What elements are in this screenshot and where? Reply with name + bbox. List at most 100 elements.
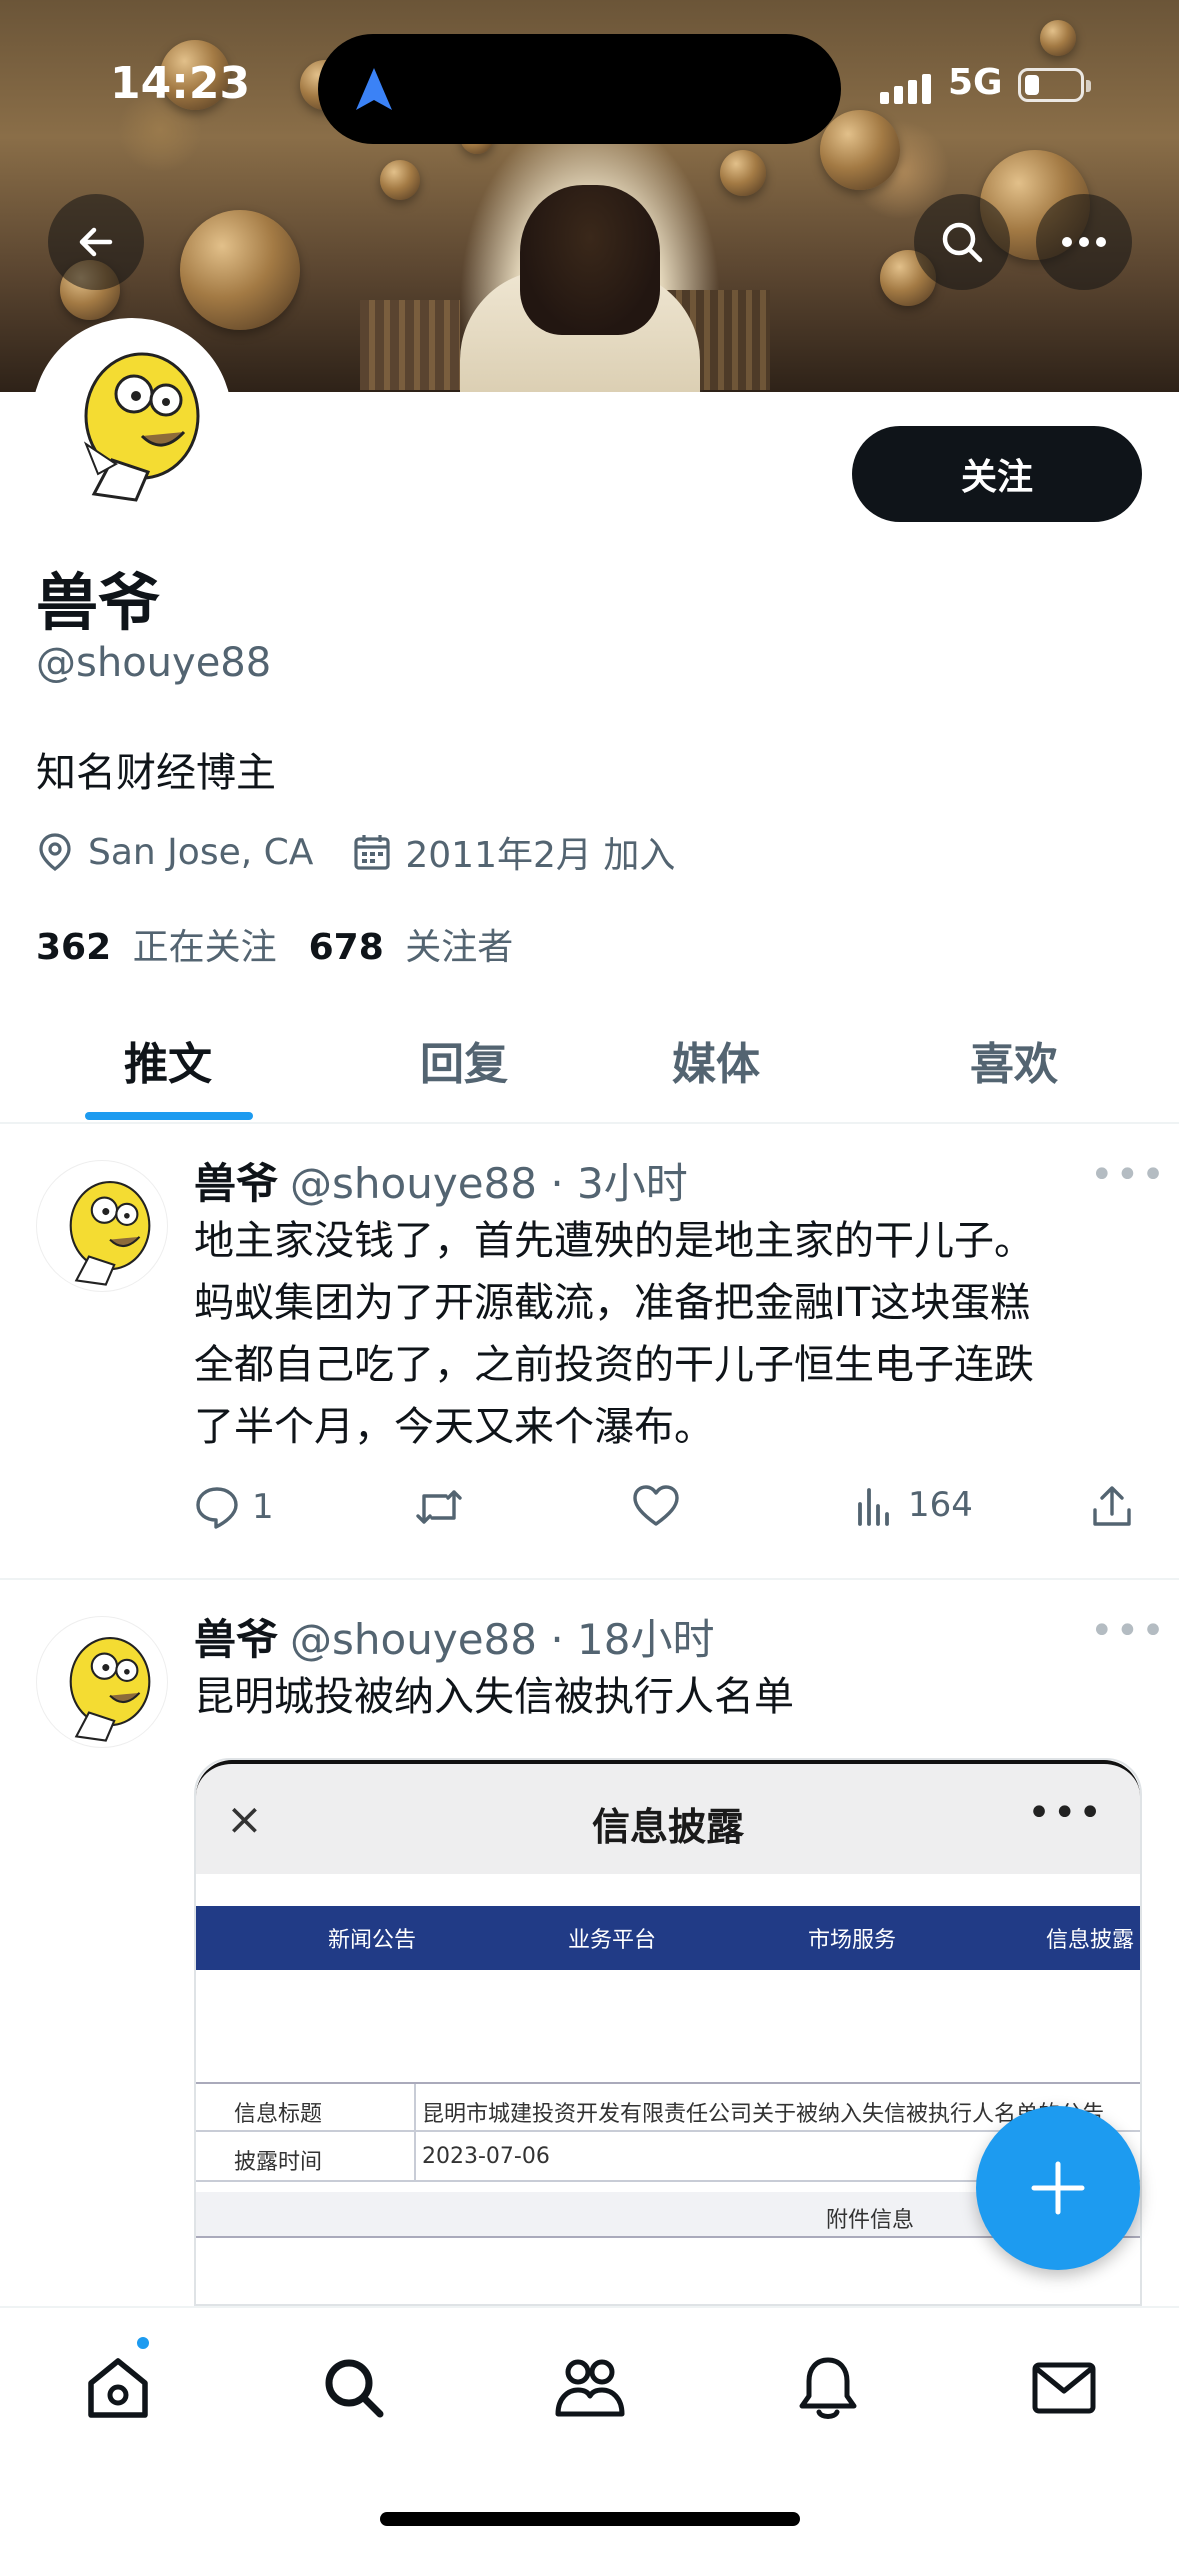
embedded-header: × 信息披露 ••• <box>196 1760 1140 1874</box>
following-label: 正在关注 <box>132 927 277 968</box>
share-button[interactable] <box>1090 1484 1146 1528</box>
avatar-cartoon-icon <box>69 1181 151 1286</box>
embedded-nav-item: 新闻公告 <box>328 1928 417 1953</box>
mail-icon <box>1032 2362 1096 2414</box>
bell-icon <box>799 2357 857 2419</box>
followers-stat[interactable]: 678 关注者 <box>309 918 514 970</box>
heart-icon <box>633 1485 679 1526</box>
profile-stats: 362 正在关注 678 关注者 <box>36 918 545 970</box>
profile-tabs: 推文 回复 媒体 喜欢 <box>0 1010 1179 1124</box>
retweet-button[interactable] <box>412 1484 478 1530</box>
tweet-text-line: 蚂蚁集团为了开源截流，准备把金融IT这块蛋糕 <box>194 1280 1031 1326</box>
avatar-cartoon-icon <box>38 324 226 512</box>
dynamic-island <box>318 34 841 144</box>
following-stat[interactable]: 362 正在关注 <box>36 918 277 970</box>
follow-button[interactable]: 关注 <box>852 426 1142 522</box>
profile-handle: @shouye88 <box>36 640 272 686</box>
more-button[interactable] <box>1036 194 1132 290</box>
tweet-author-handle[interactable]: @shouye88 <box>290 1159 537 1208</box>
location-item: San Jose, CA <box>36 832 313 873</box>
compose-button[interactable] <box>976 2106 1140 2270</box>
like-button[interactable] <box>632 1484 692 1528</box>
profile-name: 兽爷 <box>36 566 161 639</box>
calendar-icon <box>354 835 390 870</box>
embedded-row-value: 2023-07-06 <box>422 2144 550 2169</box>
followers-count: 678 <box>308 927 384 968</box>
views-button[interactable]: 164 <box>854 1484 973 1526</box>
tweet-more-button[interactable]: ••• <box>1090 1152 1167 1198</box>
reply-button[interactable]: 1 <box>194 1484 274 1530</box>
views-count: 164 <box>908 1485 973 1525</box>
tweet-time: 18小时 <box>577 1615 715 1664</box>
embedded-row: 信息标题 昆明市城建投资开发有限责任公司关于被纳入失信被执行人名单的公告 <box>196 2082 1140 2132</box>
tweet-text: 地主家没钱了，首先遭殃的是地主家的干儿子。 蚂蚁集团为了开源截流，准备把金融IT… <box>194 1210 1144 1458</box>
tweet-author-handle[interactable]: @shouye88 <box>290 1615 537 1664</box>
more-icon <box>1062 237 1106 247</box>
joined-item: 2011年2月 加入 <box>353 826 675 878</box>
tweet-divider <box>0 1578 1179 1580</box>
embedded-nav-item: 信息披露 <box>1046 1928 1135 1953</box>
tab-tweets[interactable]: 推文 <box>124 1028 212 1092</box>
nav-home[interactable] <box>78 2348 158 2428</box>
network-type: 5G <box>948 62 1003 103</box>
profile-bio: 知名财经博主 <box>36 750 276 796</box>
nav-search[interactable] <box>314 2348 394 2428</box>
search-icon <box>325 2359 384 2418</box>
tweet-more-button[interactable]: ••• <box>1090 1608 1167 1654</box>
home-indicator <box>380 2512 800 2526</box>
embedded-title: 信息披露 <box>591 1805 744 1849</box>
tweet-text-line: 全都自己吃了，之前投资的干儿子恒生电子连跌 <box>194 1342 1034 1388</box>
search-icon <box>942 222 983 263</box>
navigation-arrow-icon <box>356 68 392 110</box>
tab-indicator <box>85 1112 253 1120</box>
tweet-author-name[interactable]: 兽爷 <box>194 1615 278 1664</box>
profile-avatar[interactable] <box>32 318 232 518</box>
battery-icon <box>1018 68 1091 102</box>
nav-notifications[interactable] <box>788 2348 868 2428</box>
retweet-icon <box>416 1490 462 1524</box>
tweet-text-line: 地主家没钱了，首先遭殃的是地主家的干儿子。 <box>194 1218 1034 1264</box>
tweet-text: 昆明城投被纳入失信被执行人名单 <box>194 1674 794 1720</box>
nav-communities[interactable] <box>550 2348 630 2428</box>
embedded-nav-item: 业务平台 <box>568 1928 657 1953</box>
notification-dot <box>134 2334 152 2352</box>
tweet-time: 3小时 <box>577 1159 688 1208</box>
nav-messages[interactable] <box>1024 2348 1104 2428</box>
views-chart-icon <box>858 1488 889 1526</box>
search-button[interactable] <box>914 194 1010 290</box>
tweet-header: 兽爷 @shouye88 · 3小时 <box>194 1159 688 1208</box>
tweet-avatar[interactable] <box>36 1616 168 1748</box>
back-button[interactable] <box>48 194 144 290</box>
tweet-author-name[interactable]: 兽爷 <box>194 1159 278 1208</box>
embedded-nav-item: 市场服务 <box>808 1928 897 1953</box>
tab-replies[interactable]: 回复 <box>420 1028 508 1092</box>
reply-icon <box>196 1487 238 1529</box>
tweet-actions: 1 164 <box>194 1484 1144 1544</box>
embedded-row-key: 披露时间 <box>234 2150 323 2175</box>
embedded-row-key: 信息标题 <box>234 2102 323 2127</box>
arrow-left-icon <box>79 227 113 257</box>
joined-text: 2011年2月 加入 <box>405 835 676 876</box>
embedded-row-value: 昆明市城建投资开发有限责任公司关于被纳入失信被执行人名单的公告 <box>422 2102 1105 2127</box>
home-icon <box>88 2358 148 2418</box>
embedded-attachment-label: 附件信息 <box>826 2208 915 2233</box>
embedded-more-icon: ••• <box>1027 1790 1104 1836</box>
tweet-header: 兽爷 @shouye88 · 18小时 <box>194 1615 715 1664</box>
followers-label: 关注者 <box>405 927 514 968</box>
signal-icon <box>880 68 931 104</box>
profile-meta: San Jose, CA 2011年2月 加入 <box>36 826 715 878</box>
tab-likes[interactable]: 喜欢 <box>970 1028 1058 1092</box>
avatar-cartoon-icon <box>69 1637 151 1742</box>
share-icon <box>1093 1486 1131 1526</box>
tweet-avatar[interactable] <box>36 1160 168 1292</box>
embedded-nav: 新闻公告 业务平台 市场服务 信息披露 <box>196 1906 1140 1970</box>
following-count: 362 <box>36 927 112 968</box>
tab-media[interactable]: 媒体 <box>672 1028 760 1092</box>
status-time: 14:23 <box>110 58 251 109</box>
communities-icon <box>555 2359 625 2417</box>
plus-icon <box>1031 2161 1085 2215</box>
location-pin-icon <box>39 833 71 871</box>
tweet-text-line: 了半个月，今天又来个瀑布。 <box>194 1404 714 1450</box>
location-text: San Jose, CA <box>88 831 314 873</box>
reply-count: 1 <box>252 1487 274 1527</box>
